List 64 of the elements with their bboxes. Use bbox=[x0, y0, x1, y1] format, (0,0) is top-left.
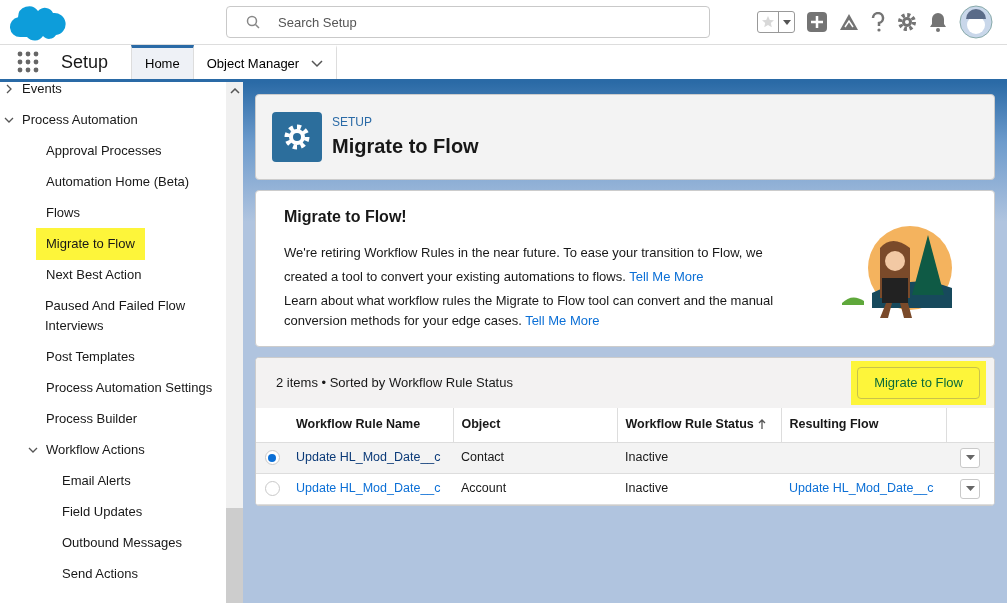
table-summary: 2 items • Sorted by Workflow Rule Status bbox=[276, 374, 513, 393]
add-icon[interactable] bbox=[807, 12, 827, 32]
column-header[interactable]: Resulting Flow bbox=[789, 415, 879, 435]
sidebar-item[interactable]: Field Updates bbox=[52, 501, 153, 522]
sidebar-item[interactable]: Next Best Action bbox=[36, 264, 152, 285]
sidebar-item[interactable]: Approval Processes bbox=[36, 140, 172, 161]
row-radio[interactable] bbox=[264, 450, 280, 466]
scroll-up-icon[interactable] bbox=[229, 88, 240, 94]
rule-name-link[interactable]: Update HL_Mod_Date__c bbox=[296, 450, 441, 465]
scrollbar-thumb[interactable] bbox=[226, 508, 243, 603]
star-icon bbox=[761, 15, 775, 29]
sidebar-item[interactable]: Process Automation bbox=[12, 109, 148, 130]
caret-icon bbox=[965, 455, 975, 460]
sidebar-item[interactable]: Email Alerts bbox=[52, 470, 141, 491]
sidebar-item[interactable]: Paused And Failed Flow Interviews bbox=[34, 295, 226, 336]
scrollbar[interactable] bbox=[226, 82, 243, 603]
sidebar-item[interactable]: Migrate to Flow bbox=[36, 227, 145, 260]
notification-bell-icon[interactable] bbox=[929, 12, 947, 32]
intro-paragraph: Learn about what workflow rules the Migrate to Flow tool can convert and the manual conversion methods for your edge cases. Tell Me More bbox=[284, 292, 775, 330]
caret-icon bbox=[965, 486, 975, 491]
migrate-button[interactable]: Migrate to Flow bbox=[857, 367, 980, 399]
sidebar-item[interactable]: Process Automation Settings bbox=[36, 377, 223, 398]
settings-icon[interactable] bbox=[897, 12, 917, 32]
page-title: Migrate to Flow bbox=[332, 134, 479, 159]
flow-link[interactable]: Update HL_Mod_Date__c bbox=[789, 481, 934, 496]
avatar-icon[interactable] bbox=[959, 5, 993, 39]
sidebar-item[interactable]: Events bbox=[12, 82, 72, 99]
sort-arrow-icon[interactable] bbox=[757, 419, 766, 431]
intro-paragraph: We're retiring Workflow Rules in the near future. To ease your transition to Flow, we created a tool to convert your existing automations to flows. Tell Me More bbox=[284, 244, 764, 286]
status-cell: Inactive bbox=[625, 481, 669, 496]
sidebar-item[interactable]: Workflow Actions bbox=[36, 439, 155, 460]
cloud-logo[interactable] bbox=[8, 3, 68, 41]
help-icon[interactable] bbox=[871, 12, 885, 32]
sidebar-item[interactable]: Process Builder bbox=[36, 408, 148, 429]
chevron-down-icon[interactable] bbox=[311, 59, 324, 68]
eyebrow-label: SETUP bbox=[332, 114, 373, 131]
sidebar-item[interactable]: Automation Home (Beta) bbox=[36, 171, 200, 192]
intro-title: Migrate to Flow! bbox=[284, 207, 408, 227]
row-menu-button[interactable] bbox=[960, 447, 980, 468]
tell-me-more-link[interactable]: Tell Me More bbox=[525, 313, 600, 328]
sidebar-item[interactable]: Send Actions bbox=[52, 563, 148, 584]
object-cell: Account bbox=[461, 481, 507, 496]
setup-gear-icon bbox=[272, 112, 322, 162]
sidebar-item[interactable]: Flows bbox=[36, 202, 90, 223]
trailhead-icon[interactable] bbox=[839, 13, 859, 31]
favorites-button[interactable] bbox=[757, 11, 795, 33]
sidebar-item[interactable]: Post Templates bbox=[36, 346, 145, 367]
tell-me-more-link[interactable]: Tell Me More bbox=[629, 269, 704, 284]
column-header[interactable]: Workflow Rule Status bbox=[625, 415, 766, 435]
rule-name-link[interactable]: Update HL_Mod_Date__c bbox=[296, 481, 441, 496]
search-field[interactable]: Search Setup bbox=[226, 6, 710, 38]
object-cell: Contact bbox=[461, 450, 505, 465]
status-cell: Inactive bbox=[625, 450, 669, 465]
search-icon bbox=[246, 15, 260, 29]
row-radio[interactable] bbox=[264, 481, 280, 497]
app-launcher-icon[interactable] bbox=[17, 51, 39, 73]
row-menu-button[interactable] bbox=[960, 478, 980, 499]
sidebar-item[interactable]: Outbound Messages bbox=[52, 532, 192, 553]
nav-tab[interactable]: Home bbox=[131, 45, 194, 79]
caret-icon bbox=[782, 19, 791, 25]
app-name: Setup bbox=[61, 50, 110, 74]
chevron-right-icon[interactable] bbox=[4, 83, 14, 94]
column-header[interactable]: Workflow Rule Name bbox=[296, 415, 421, 435]
column-header[interactable]: Object bbox=[461, 415, 501, 435]
